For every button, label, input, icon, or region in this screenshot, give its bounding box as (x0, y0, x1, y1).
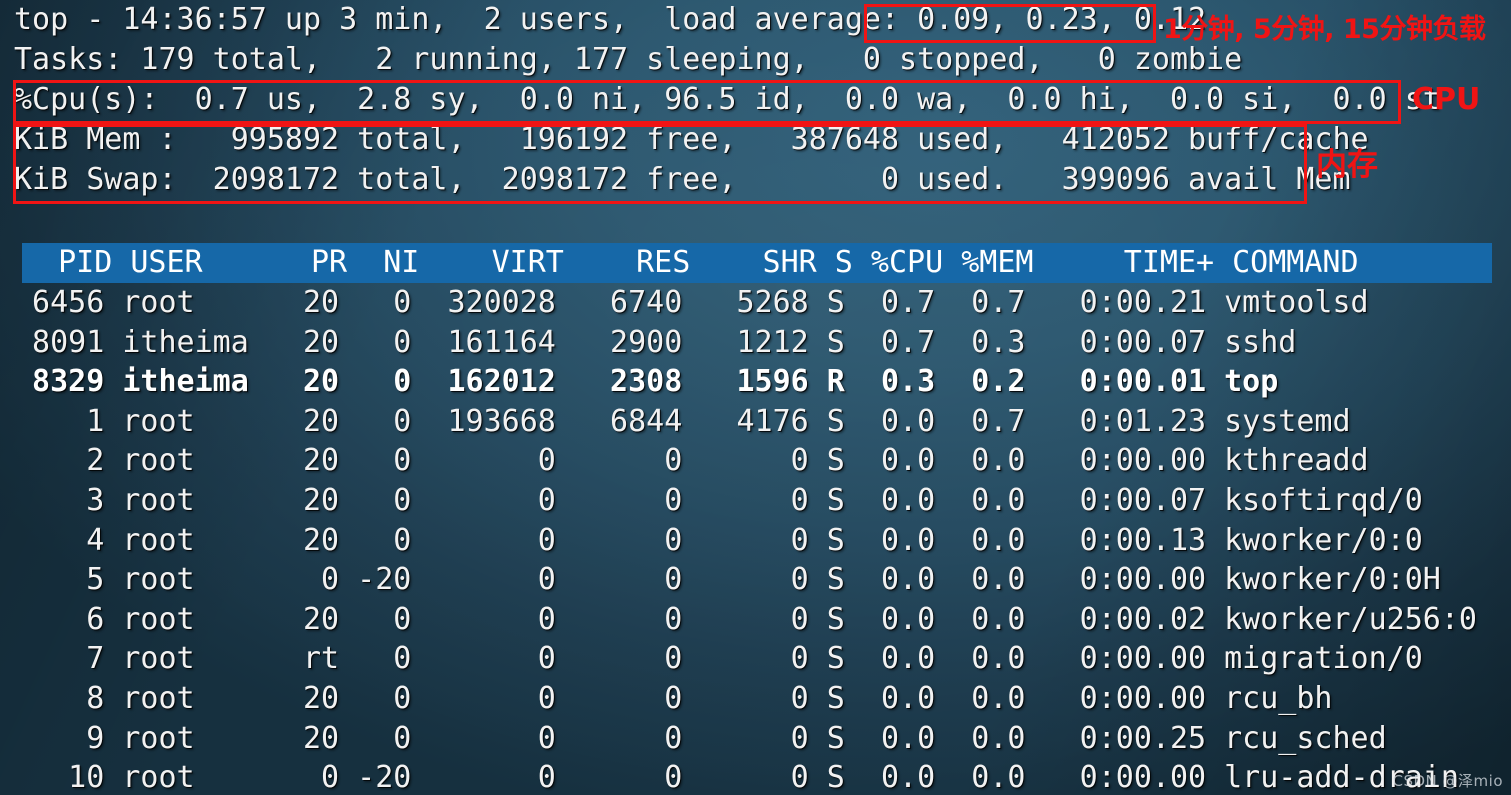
table-row[interactable]: 2 root 20 0 0 0 0 S 0.0 0.0 0:00.00 kthr… (0, 441, 1511, 481)
annotation-label-memory: 内存 (1316, 147, 1378, 183)
watermark: CSDN @泽mio (1392, 772, 1503, 790)
table-row[interactable]: 8329 itheima 20 0 162012 2308 1596 R 0.3… (0, 362, 1511, 402)
table-row[interactable]: 7 root rt 0 0 0 0 S 0.0 0.0 0:00.00 migr… (0, 639, 1511, 679)
annotation-label-cpu: CPU (1412, 82, 1481, 117)
annotation-label-load-average: 1分钟, 5分钟, 15分钟负载 (1163, 14, 1486, 45)
process-table-header[interactable]: PID USER PR NI VIRT RES SHR S %CPU %MEM … (22, 243, 1492, 283)
summary-line-tasks: Tasks: 179 total, 2 running, 177 sleepin… (14, 42, 1243, 77)
table-row[interactable]: 10 root 0 -20 0 0 0 S 0.0 0.0 0:00.00 lr… (0, 758, 1511, 795)
summary-line-mem: KiB Mem : 995892 total, 196192 free, 387… (14, 122, 1369, 157)
table-row[interactable]: 6 root 20 0 0 0 0 S 0.0 0.0 0:00.02 kwor… (0, 600, 1511, 640)
table-row[interactable]: 6456 root 20 0 320028 6740 5268 S 0.7 0.… (0, 283, 1511, 323)
process-table: PID USER PR NI VIRT RES SHR S %CPU %MEM … (0, 243, 1511, 795)
table-row[interactable]: 9 root 20 0 0 0 0 S 0.0 0.0 0:00.25 rcu_… (0, 719, 1511, 759)
table-row[interactable]: 5 root 0 -20 0 0 0 S 0.0 0.0 0:00.00 kwo… (0, 560, 1511, 600)
process-table-body: 6456 root 20 0 320028 6740 5268 S 0.7 0.… (0, 283, 1511, 795)
table-row[interactable]: 4 root 20 0 0 0 0 S 0.0 0.0 0:00.13 kwor… (0, 521, 1511, 561)
table-row[interactable]: 1 root 20 0 193668 6844 4176 S 0.0 0.7 0… (0, 402, 1511, 442)
summary-line-cpu: %Cpu(s): 0.7 us, 2.8 sy, 0.0 ni, 96.5 id… (14, 82, 1441, 117)
summary-line-swap: KiB Swap: 2098172 total, 2098172 free, 0… (14, 162, 1351, 197)
table-row[interactable]: 3 root 20 0 0 0 0 S 0.0 0.0 0:00.07 ksof… (0, 481, 1511, 521)
terminal-screen: top - 14:36:57 up 3 min, 2 users, load a… (0, 0, 1511, 795)
table-row[interactable]: 8091 itheima 20 0 161164 2900 1212 S 0.7… (0, 323, 1511, 363)
table-row[interactable]: 8 root 20 0 0 0 0 S 0.0 0.0 0:00.00 rcu_… (0, 679, 1511, 719)
